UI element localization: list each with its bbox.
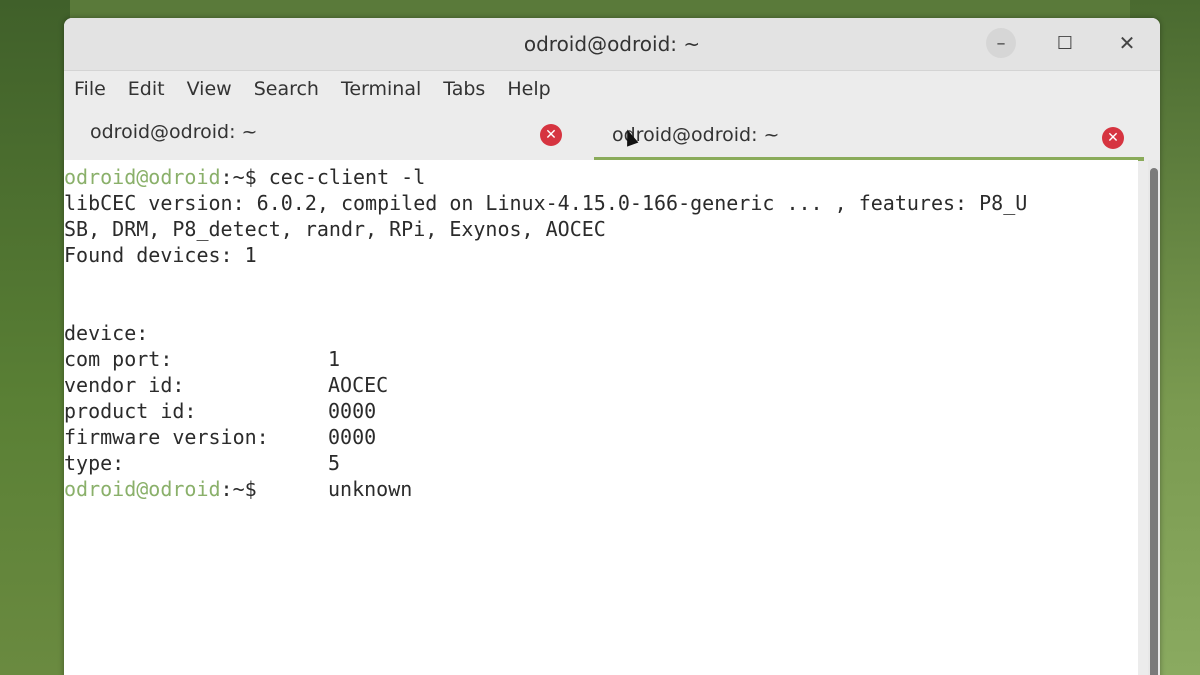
tab-bar: odroid@odroid: ~ ✕ odroid@odroid: ~ ✕ — [64, 107, 1160, 161]
final-prompt-user: odroid@odroid — [64, 477, 221, 501]
close-icon: ✕ — [1118, 31, 1136, 55]
menu-help[interactable]: Help — [507, 78, 550, 100]
title-bar[interactable]: odroid@odroid: ~ – ☐ ✕ — [64, 18, 1160, 71]
type-value: unknown — [328, 477, 413, 501]
menu-view[interactable]: View — [187, 78, 232, 100]
menu-terminal[interactable]: Terminal — [341, 78, 421, 100]
terminal-window: odroid@odroid: ~ – ☐ ✕ File Edit View Se… — [64, 18, 1160, 675]
final-prompt-suffix: :~$ — [220, 477, 257, 501]
command-text: cec-client -l — [256, 165, 426, 189]
minimize-button[interactable]: – — [986, 28, 1016, 58]
tab-1[interactable]: odroid@odroid: ~ ✕ — [64, 107, 580, 161]
prompt-user: odroid@odroid — [64, 165, 221, 189]
menu-bar: File Edit View Search Terminal Tabs Help — [64, 71, 1160, 107]
tab-2[interactable]: odroid@odroid: ~ ✕ — [594, 107, 1144, 161]
close-button[interactable]: ✕ — [1112, 28, 1142, 58]
menu-edit[interactable]: Edit — [128, 78, 165, 100]
menu-file[interactable]: File — [74, 78, 106, 100]
final-prompt-line: odroid@odroid:~$ — [64, 476, 257, 502]
menu-tabs[interactable]: Tabs — [443, 78, 485, 100]
maximize-button[interactable]: ☐ — [1050, 28, 1080, 58]
scrollbar[interactable] — [1148, 160, 1160, 675]
prompt-suffix: :~$ — [220, 165, 257, 189]
output-line-2: SB, DRM, P8_detect, randr, RPi, Exynos, … — [64, 217, 606, 241]
scrollbar-thumb[interactable] — [1150, 168, 1158, 675]
tab-1-label: odroid@odroid: ~ — [90, 121, 258, 143]
desktop-background-left — [0, 0, 70, 675]
output-line-3: Found devices: 1 — [64, 243, 257, 267]
terminal-output[interactable]: odroid@odroid:~$ cec-client -l libCEC ve… — [64, 160, 1138, 675]
maximize-icon: ☐ — [1056, 32, 1074, 54]
type-key: type: — [64, 451, 125, 475]
tab-2-close-icon[interactable]: ✕ — [1102, 127, 1124, 149]
tab-1-close-icon[interactable]: ✕ — [540, 124, 562, 146]
menu-search[interactable]: Search — [254, 78, 319, 100]
output-line-1: libCEC version: 6.0.2, compiled on Linux… — [64, 191, 1028, 215]
prompt-line: odroid@odroid:~$ cec-client -l — [64, 164, 425, 190]
minimize-icon: – — [996, 32, 1006, 54]
